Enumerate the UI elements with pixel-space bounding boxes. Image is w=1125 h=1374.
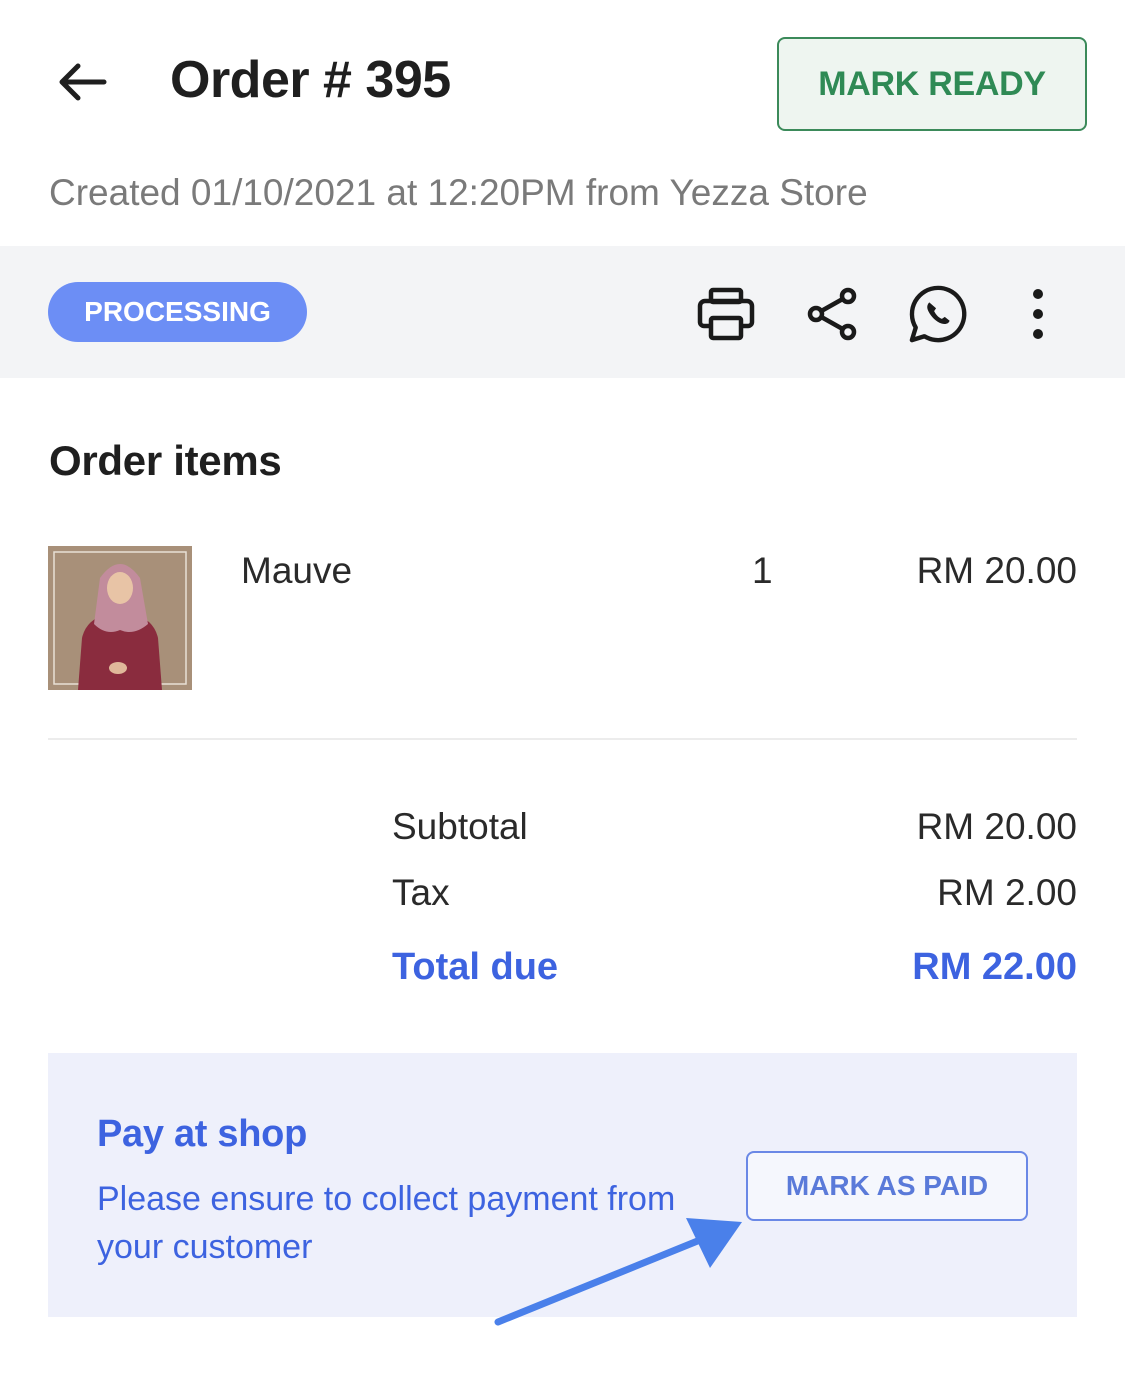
back-button[interactable] [52, 54, 112, 110]
annotation-arrow-icon [494, 1218, 742, 1326]
order-detail-page: Order # 395 MARK READY Created 01/10/202… [0, 0, 1125, 1374]
total-due-value: RM 22.00 [912, 946, 1077, 988]
subtotal-label: Subtotal [392, 806, 528, 847]
item-name: Mauve [241, 550, 353, 591]
item-quantity: 1 [752, 550, 773, 591]
total-due-label: Total due [392, 946, 559, 988]
tax-label: Tax [392, 872, 450, 913]
printer-icon [697, 287, 755, 341]
item-price: RM 20.00 [916, 550, 1077, 591]
status-toolbar: PROCESSING [0, 246, 1125, 378]
page-title: Order # 395 [170, 51, 451, 109]
order-created-info: Created 01/10/2021 at 12:20PM from Yezza… [49, 172, 868, 213]
print-button[interactable] [696, 284, 756, 344]
mark-as-paid-button[interactable]: MARK AS PAID [746, 1151, 1028, 1221]
items-divider [48, 738, 1077, 740]
order-items-heading: Order items [49, 437, 282, 484]
product-thumbnail [48, 546, 192, 690]
subtotal-value: RM 20.00 [916, 806, 1077, 847]
payment-method-title: Pay at shop [97, 1113, 307, 1155]
mark-ready-button[interactable]: MARK READY [777, 37, 1087, 131]
tax-value: RM 2.00 [937, 872, 1077, 913]
more-vertical-icon [1033, 289, 1043, 339]
whatsapp-button[interactable] [908, 284, 968, 344]
arrow-left-icon [59, 63, 107, 101]
more-options-button[interactable] [1008, 284, 1068, 344]
share-button[interactable] [802, 284, 862, 344]
status-badge: PROCESSING [48, 282, 307, 342]
whatsapp-icon [909, 285, 967, 343]
share-icon [807, 287, 857, 341]
